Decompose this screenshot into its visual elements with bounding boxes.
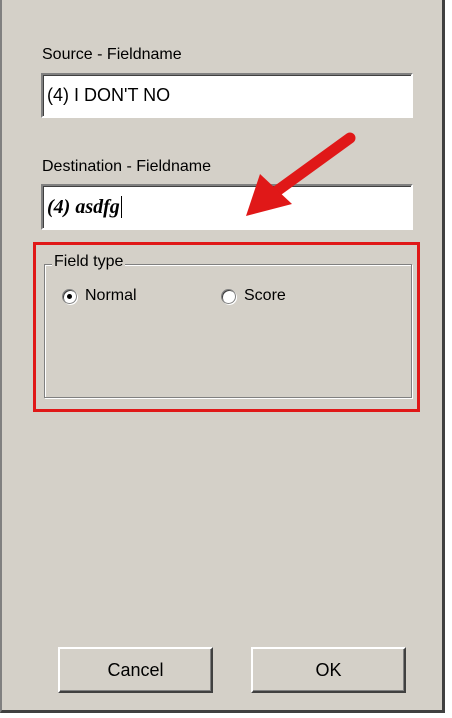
radio-normal[interactable]: Normal	[62, 287, 137, 305]
destination-fieldname-label: Destination - Fieldname	[42, 158, 211, 175]
destination-fieldname-input[interactable]: (4) asdfg	[41, 184, 413, 230]
radio-normal-label: Normal	[85, 287, 137, 304]
source-fieldname-label: Source - Fieldname	[42, 46, 182, 63]
source-fieldname-value: (4) I DON'T NO	[47, 85, 171, 105]
field-type-groupbox	[44, 264, 412, 398]
field-mapping-dialog: Source - Fieldname (4) I DON'T NO Destin…	[0, 0, 445, 713]
text-caret	[120, 196, 122, 218]
cancel-button[interactable]: Cancel	[58, 647, 213, 693]
radio-score-circle[interactable]	[221, 288, 236, 304]
destination-fieldname-value: (4) asdfg	[47, 195, 120, 218]
radio-score-label: Score	[244, 287, 286, 304]
source-fieldname-input[interactable]: (4) I DON'T NO	[41, 73, 413, 118]
ok-button[interactable]: OK	[251, 647, 406, 693]
radio-normal-circle[interactable]	[62, 288, 77, 304]
radio-score[interactable]: Score	[221, 287, 286, 305]
field-type-legend: Field type	[52, 253, 126, 271]
